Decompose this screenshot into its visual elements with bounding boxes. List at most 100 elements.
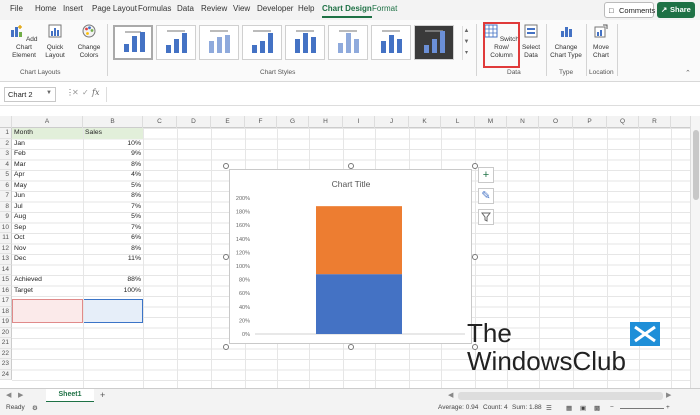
chart-filters-button[interactable] — [478, 209, 494, 225]
column-header-a[interactable]: A — [12, 116, 83, 128]
cell-sales[interactable]: 7% — [83, 202, 143, 213]
collapse-ribbon-icon[interactable]: ⌃ — [685, 69, 691, 77]
share-button[interactable]: ↗ Share — [657, 2, 695, 18]
chart-resize-handle[interactable] — [347, 163, 354, 169]
cell-header-month[interactable]: Month — [12, 128, 83, 139]
chart-style-8[interactable] — [414, 25, 454, 60]
next-sheet-icon[interactable]: ▶ — [18, 391, 23, 399]
row-header-24[interactable]: 24 — [0, 369, 12, 380]
tab-file[interactable]: File — [10, 4, 23, 13]
scroll-left-icon[interactable]: ◀ — [448, 391, 453, 399]
column-header-f[interactable]: F — [245, 116, 277, 128]
tab-developer[interactable]: Developer — [257, 4, 293, 13]
column-header-j[interactable]: J — [375, 116, 409, 128]
tab-review[interactable]: Review — [201, 4, 227, 13]
chart-styles-button[interactable]: ✎ — [478, 188, 494, 204]
row-header-23[interactable]: 23 — [0, 359, 12, 370]
row-header-2[interactable]: 2 — [0, 138, 12, 149]
cell-month[interactable]: Feb — [12, 149, 83, 160]
column-header-m[interactable]: M — [475, 116, 507, 128]
chart-style-1[interactable] — [113, 25, 153, 60]
column-header-p[interactable]: P — [573, 116, 607, 128]
cell-summary-value[interactable]: 88% — [83, 275, 143, 286]
chart-style-5[interactable] — [285, 25, 325, 60]
cell-month[interactable]: Apr — [12, 170, 83, 181]
row-header-9[interactable]: 9 — [0, 212, 12, 223]
cell-sales[interactable]: 7% — [83, 223, 143, 234]
chart-resize-handle[interactable] — [223, 253, 229, 260]
change-chart-type-button[interactable]: Change Chart Type — [550, 24, 582, 60]
row-header-15[interactable]: 15 — [0, 275, 12, 286]
chart-style-2[interactable] — [156, 25, 196, 60]
row-header-5[interactable]: 5 — [0, 170, 12, 181]
chart-style-3[interactable] — [199, 25, 239, 60]
row-header-18[interactable]: 18 — [0, 306, 12, 317]
row-header-10[interactable]: 10 — [0, 222, 12, 233]
page-layout-view-icon[interactable]: ▣ — [580, 404, 586, 412]
chart-resize-handle[interactable] — [472, 253, 478, 260]
comments-button[interactable]: □ Comments — [604, 2, 655, 18]
select-all-corner[interactable] — [0, 116, 12, 128]
move-chart-button[interactable]: Move Chart — [589, 24, 613, 60]
vertical-scrollbar[interactable] — [690, 116, 700, 388]
cell-month[interactable]: Jan — [12, 139, 83, 150]
change-colors-button[interactable]: Change Colors — [75, 24, 103, 60]
normal-view-icon[interactable]: ▦ — [566, 404, 572, 412]
cell-sales[interactable]: 5% — [83, 181, 143, 192]
cell-month[interactable]: Oct — [12, 233, 83, 244]
row-header-17[interactable]: 17 — [0, 296, 12, 307]
zoom-out-icon[interactable]: − — [610, 404, 614, 411]
row-header-21[interactable]: 21 — [0, 338, 12, 349]
horizontal-scrollbar[interactable] — [458, 392, 663, 400]
row-header-11[interactable]: 11 — [0, 233, 12, 244]
row-header-22[interactable]: 22 — [0, 348, 12, 359]
row-header-8[interactable]: 8 — [0, 201, 12, 212]
column-header-k[interactable]: K — [409, 116, 441, 128]
cell-sales[interactable]: 4% — [83, 170, 143, 181]
add-sheet-button[interactable]: + — [100, 390, 105, 400]
column-header-h[interactable]: H — [309, 116, 343, 128]
cell-sales[interactable]: 9% — [83, 149, 143, 160]
previous-sheet-icon[interactable]: ◀ — [6, 391, 11, 399]
row-header-19[interactable]: 19 — [0, 317, 12, 328]
tab-view[interactable]: View — [233, 4, 250, 13]
chart-style-4[interactable] — [242, 25, 282, 60]
tab-insert[interactable]: Insert — [63, 4, 83, 13]
column-header-b[interactable]: B — [83, 116, 143, 128]
cell-summary-value[interactable]: 100% — [83, 286, 143, 297]
column-header-n[interactable]: N — [507, 116, 539, 128]
column-header-e[interactable]: E — [211, 116, 245, 128]
tab-format[interactable]: Format — [372, 4, 397, 13]
row-header-13[interactable]: 13 — [0, 254, 12, 265]
chart-style-7[interactable] — [371, 25, 411, 60]
tab-data[interactable]: Data — [177, 4, 194, 13]
tab-formulas[interactable]: Formulas — [138, 4, 171, 13]
enter-icon[interactable]: ✓ — [82, 88, 89, 97]
zoom-in-icon[interactable]: + — [666, 404, 670, 411]
chart-resize-handle[interactable] — [347, 344, 354, 350]
cell-month[interactable]: Mar — [12, 160, 83, 171]
row-header-7[interactable]: 7 — [0, 191, 12, 202]
cell-summary-label[interactable]: Achieved — [12, 275, 83, 286]
quick-layout-button[interactable]: Quick Layout — [41, 24, 69, 60]
add-chart-element-button[interactable]: Add Chart Element — [6, 24, 42, 60]
column-header-l[interactable]: L — [441, 116, 475, 128]
cell-month[interactable]: Nov — [12, 244, 83, 255]
row-header-20[interactable]: 20 — [0, 327, 12, 338]
cell-header-sales[interactable]: Sales — [83, 128, 143, 139]
row-header-3[interactable]: 3 — [0, 149, 12, 160]
chart-resize-handle[interactable] — [223, 163, 229, 169]
chart-elements-button[interactable]: + — [478, 167, 494, 183]
sheet-tab-sheet1[interactable]: Sheet1 — [46, 389, 94, 403]
column-header-g[interactable]: G — [277, 116, 309, 128]
tab-page-layout[interactable]: Page Layout — [92, 4, 137, 13]
column-header-r[interactable]: R — [639, 116, 671, 128]
row-header-6[interactable]: 6 — [0, 180, 12, 191]
display-settings-icon[interactable]: ☰ — [546, 404, 552, 412]
cell-sales[interactable]: 10% — [83, 139, 143, 150]
tab-chart-design[interactable]: Chart Design — [322, 4, 372, 18]
cell-sales[interactable]: 8% — [83, 244, 143, 255]
column-header-d[interactable]: D — [177, 116, 211, 128]
tab-home[interactable]: Home — [35, 4, 56, 13]
cell-sales[interactable]: 11% — [83, 254, 143, 265]
